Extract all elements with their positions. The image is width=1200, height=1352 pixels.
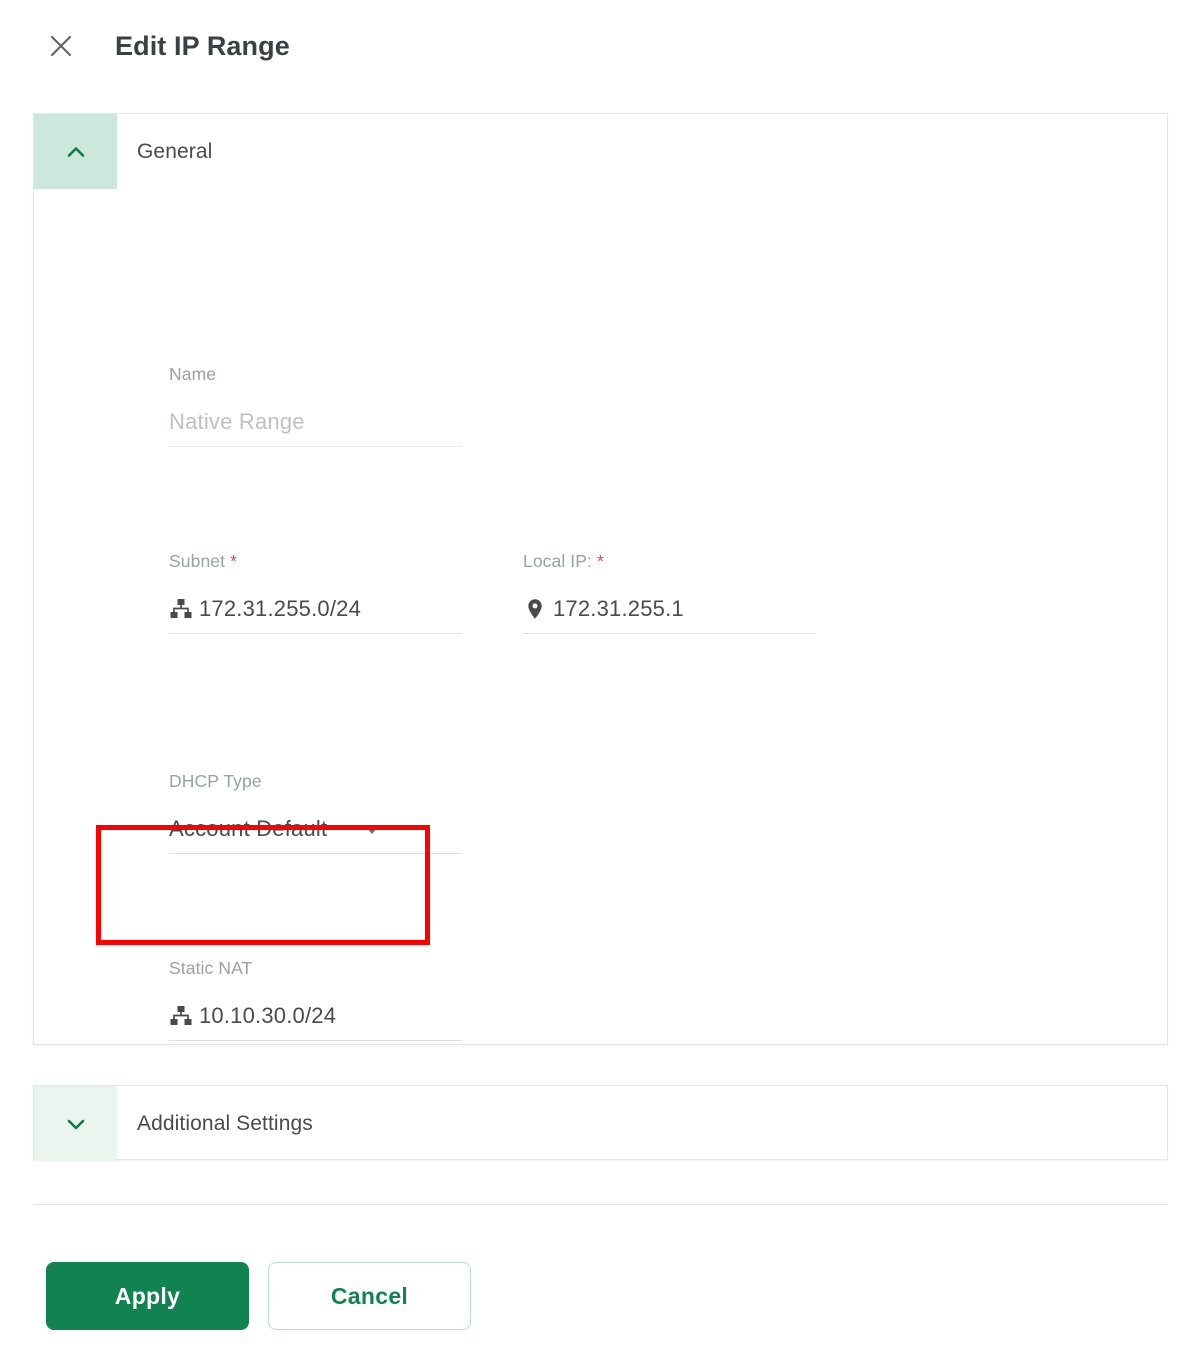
- chevron-down-filled-icon[interactable]: [361, 818, 383, 840]
- close-icon[interactable]: [46, 31, 76, 61]
- network-icon: [169, 1004, 199, 1028]
- subnet-field[interactable]: Subnet * 172.31.255.0/24: [169, 551, 462, 634]
- local-ip-field-label: Local IP: *: [523, 551, 816, 572]
- name-field: Name Native Range: [169, 364, 462, 447]
- name-field-label: Name: [169, 364, 217, 384]
- section-additional-settings[interactable]: Additional Settings: [33, 1085, 1168, 1161]
- additional-settings-expand-toggle[interactable]: [34, 1086, 117, 1161]
- footer-divider: [33, 1204, 1168, 1205]
- subnet-required-marker: *: [230, 551, 237, 571]
- local-ip-field-value: 172.31.255.1: [553, 596, 684, 621]
- general-collapse-toggle[interactable]: [34, 114, 117, 189]
- name-field-value: Native Range: [169, 409, 305, 434]
- network-icon: [169, 597, 199, 621]
- dhcp-type-field-label: DHCP Type: [169, 771, 262, 791]
- additional-settings-accordion-header[interactable]: Additional Settings: [34, 1086, 1167, 1161]
- general-section-title: General: [137, 139, 213, 163]
- chevron-down-icon: [67, 1119, 84, 1129]
- dhcp-type-field[interactable]: DHCP Type Account Default: [169, 771, 462, 854]
- name-field-underline: [169, 446, 462, 447]
- subnet-field-underline: [169, 633, 462, 634]
- local-ip-required-marker: *: [597, 551, 604, 571]
- dhcp-type-field-underline: [169, 853, 462, 854]
- static-nat-field-value: 10.10.30.0/24: [199, 1003, 337, 1028]
- subnet-label-text: Subnet: [169, 551, 226, 571]
- cancel-button[interactable]: Cancel: [268, 1262, 471, 1330]
- section-general: General Name Native Range Subnet * 172.31…: [33, 113, 1168, 1045]
- subnet-field-value: 172.31.255.0/24: [199, 596, 362, 621]
- page-title: Edit IP Range: [115, 30, 290, 61]
- dhcp-type-selected-value: Account Default: [169, 816, 328, 841]
- additional-settings-section-title: Additional Settings: [137, 1111, 313, 1135]
- dialog-header: Edit IP Range: [0, 0, 1200, 68]
- static-nat-field-underline: [169, 1040, 462, 1041]
- local-ip-field-underline: [523, 633, 816, 634]
- footer-actions: Apply Cancel: [46, 1262, 471, 1330]
- chevron-up-icon: [67, 146, 84, 157]
- location-pin-icon: [523, 597, 553, 621]
- apply-button[interactable]: Apply: [46, 1262, 249, 1330]
- static-nat-field[interactable]: Static NAT 10.10.30.0/24: [169, 958, 462, 1041]
- subnet-field-label: Subnet *: [169, 551, 462, 572]
- general-accordion-header[interactable]: General: [34, 114, 1167, 189]
- local-ip-label-text: Local IP:: [523, 551, 592, 571]
- static-nat-field-label: Static NAT: [169, 958, 253, 978]
- local-ip-field[interactable]: Local IP: * 172.31.255.1: [523, 551, 816, 634]
